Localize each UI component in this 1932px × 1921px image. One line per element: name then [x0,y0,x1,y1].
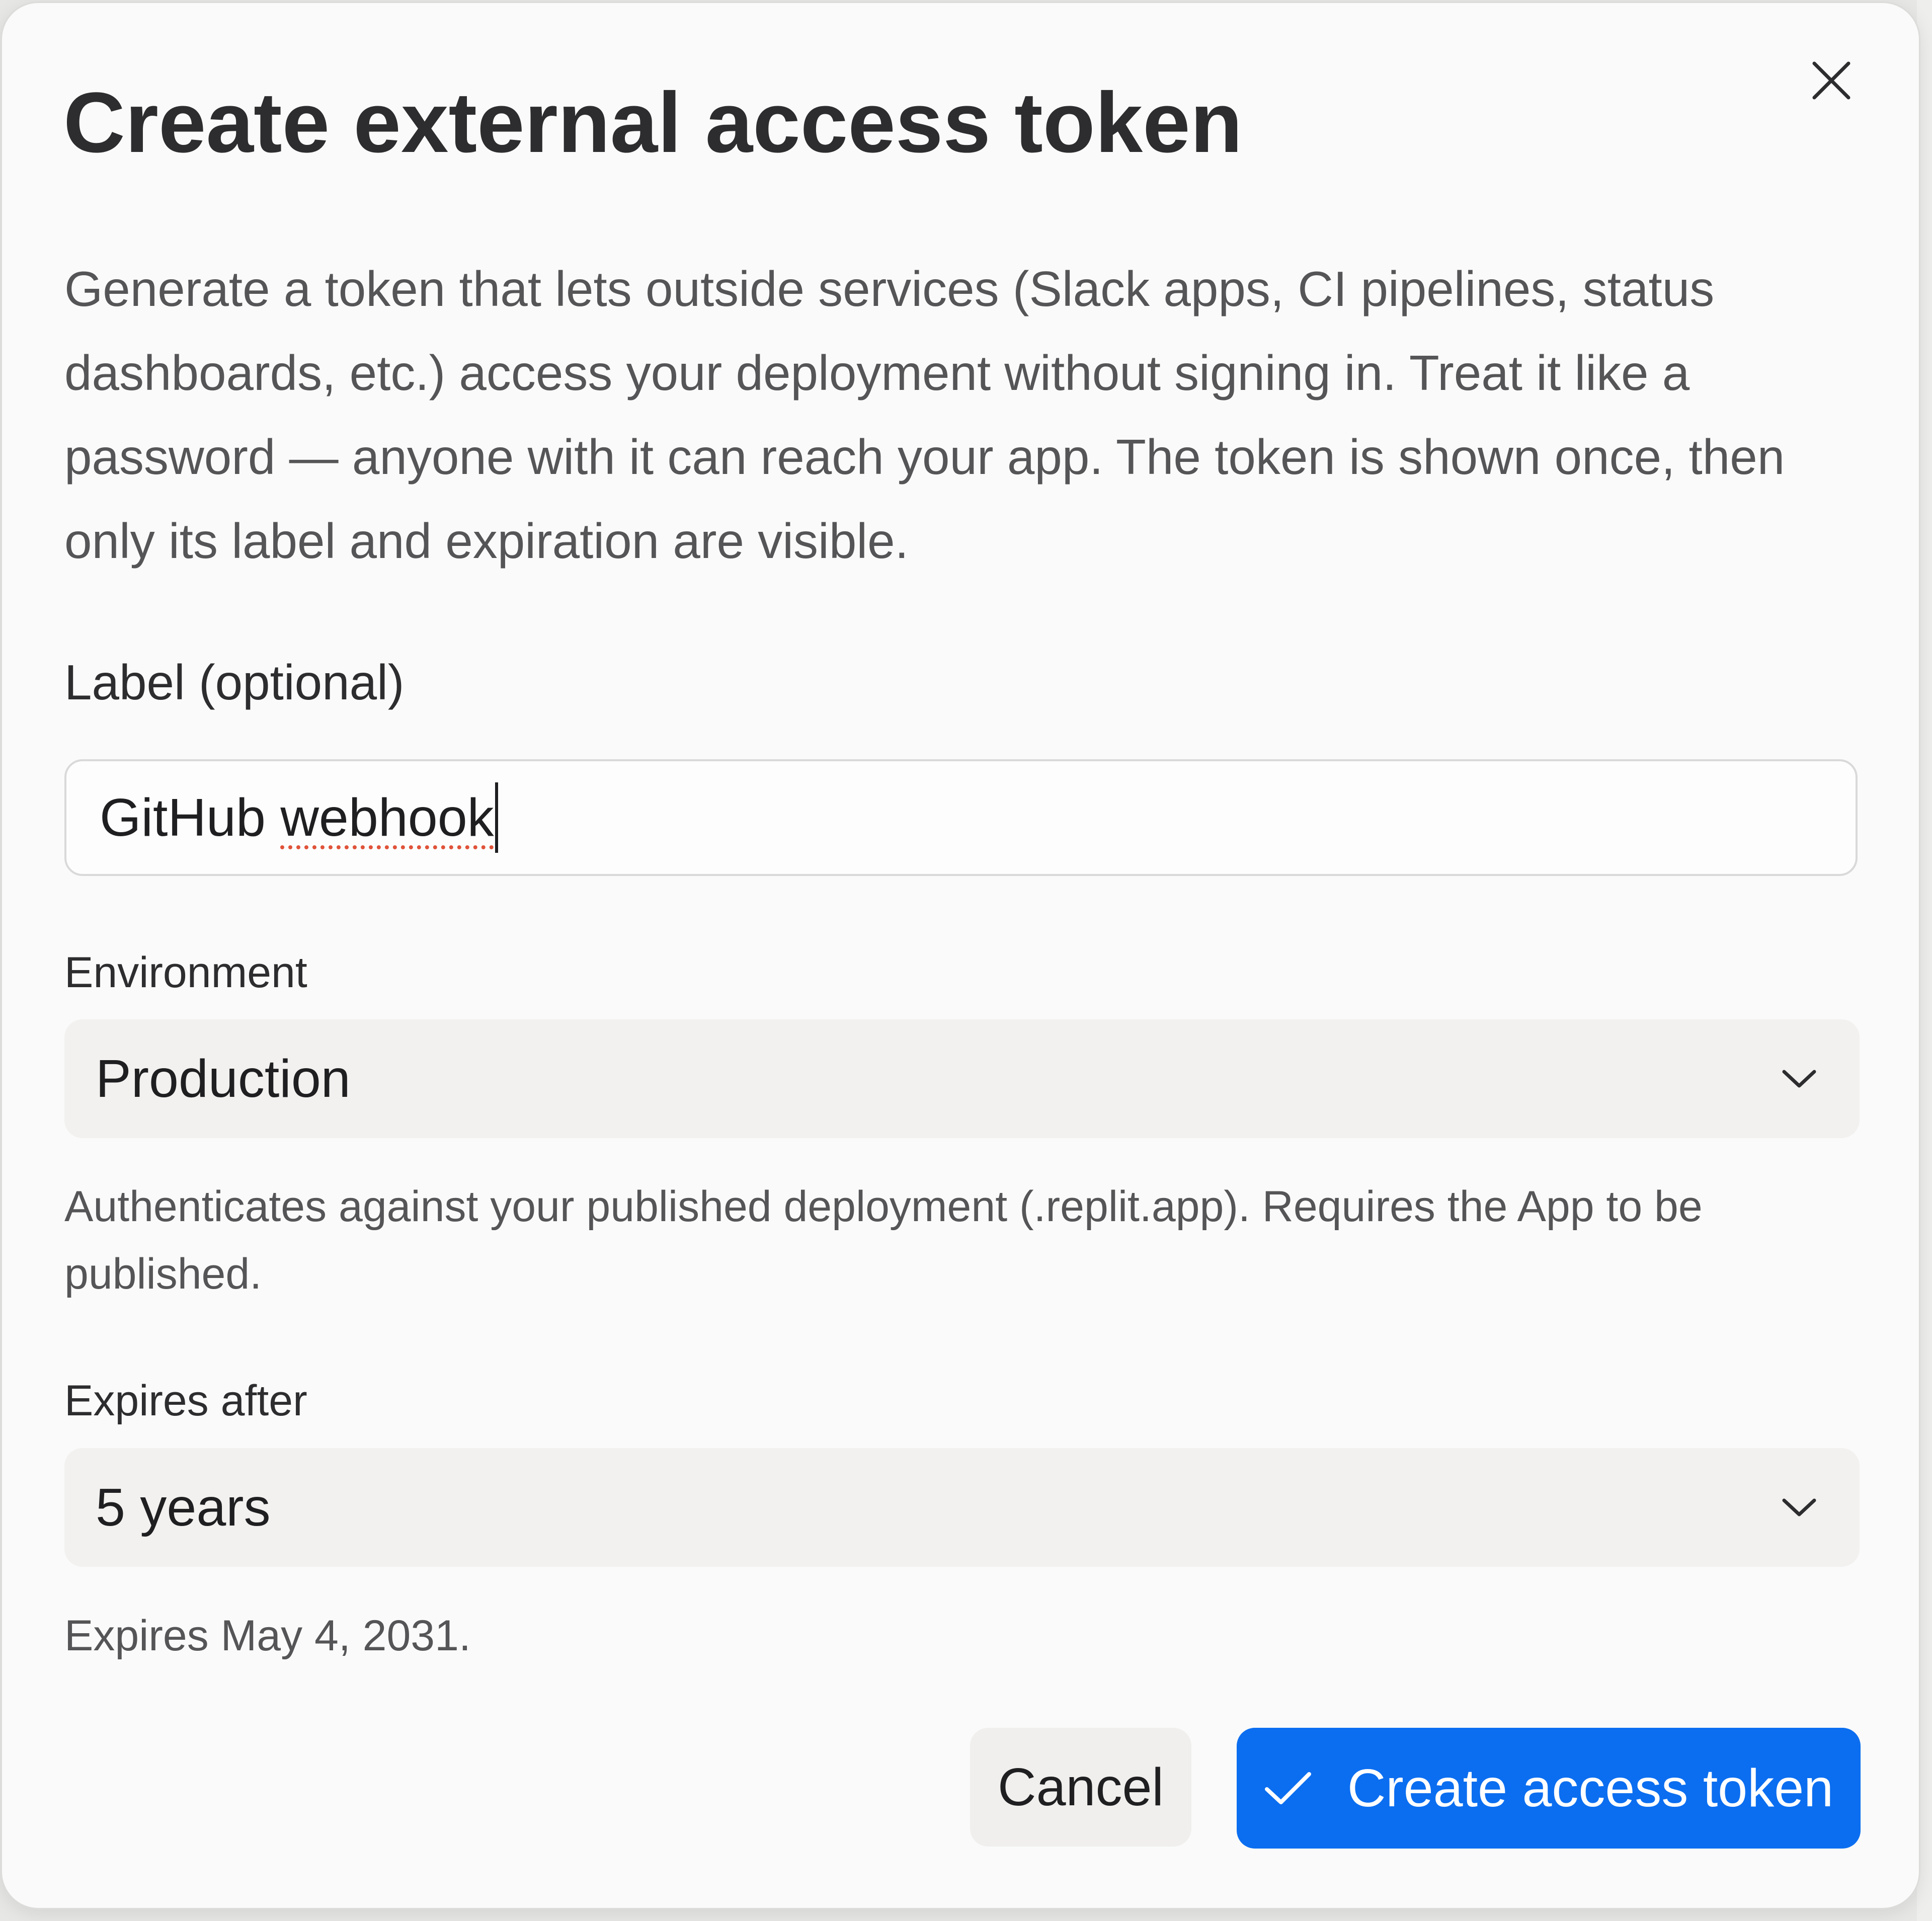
environment-select[interactable]: Production [64,1019,1860,1138]
text-cursor [495,782,498,853]
chevron-down-icon [1782,1070,1816,1088]
dialog-title: Create external access token [63,75,1243,171]
create-access-token-button[interactable]: Create access token [1237,1728,1861,1849]
create-token-dialog: Create external access token Generate a … [2,3,1919,1908]
label-input[interactable]: GitHub webhook [64,759,1858,876]
close-icon [1812,61,1850,100]
environment-select-value: Production [96,1049,351,1108]
expiry-date-text: Expires May 4, 2031. [64,1612,471,1660]
close-button[interactable] [1801,50,1862,111]
cancel-button-label: Cancel [998,1757,1164,1817]
backdrop [1917,0,1932,1921]
cancel-button[interactable]: Cancel [970,1728,1191,1847]
create-access-token-label: Create access token [1347,1758,1834,1818]
environment-help-text: Authenticates against your published dep… [64,1182,1703,1298]
check-icon [1264,1770,1312,1806]
chevron-down-icon [1782,1498,1816,1516]
label-input-value: GitHub [100,787,266,847]
expires-after-label: Expires after [64,1377,307,1425]
label-field-label: Label (optional) [64,655,405,710]
dialog-description: Generate a token that lets outside servi… [64,261,1785,569]
expires-after-select[interactable]: 5 years [64,1448,1860,1567]
expires-after-select-value: 5 years [96,1477,271,1537]
environment-label: Environment [64,948,307,997]
label-input-misspelled-word: webhook [280,787,494,847]
